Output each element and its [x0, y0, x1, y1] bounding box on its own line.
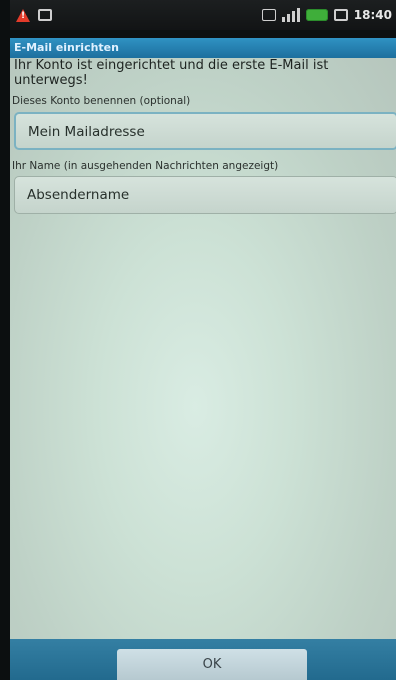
main-content: Ihr Konto ist eingerichtet und die erste…: [10, 58, 396, 639]
bottom-bar: OK: [10, 639, 396, 680]
title-bar: E-Mail einrichten: [10, 38, 396, 58]
data-icon: [261, 9, 276, 21]
status-time: 18:40: [353, 8, 392, 22]
battery-icon: [305, 9, 328, 21]
page-title: E-Mail einrichten: [14, 41, 119, 54]
status-bar: 18:40: [10, 0, 396, 30]
signal-icon: [281, 8, 300, 22]
your-name-input[interactable]: Absendername: [14, 176, 396, 214]
setup-message: Ihr Konto ist eingerichtet und die erste…: [14, 58, 329, 88]
sync-icon: [333, 9, 348, 21]
ok-button[interactable]: OK: [117, 649, 307, 680]
notification-icon: [38, 9, 52, 21]
account-name-label: Dieses Konto benennen (optional): [12, 95, 191, 107]
warning-icon: [16, 8, 30, 22]
account-name-input[interactable]: Mein Mailadresse: [14, 112, 396, 150]
your-name-label: Ihr Name (in ausgehenden Nachrichten ang…: [12, 160, 279, 172]
